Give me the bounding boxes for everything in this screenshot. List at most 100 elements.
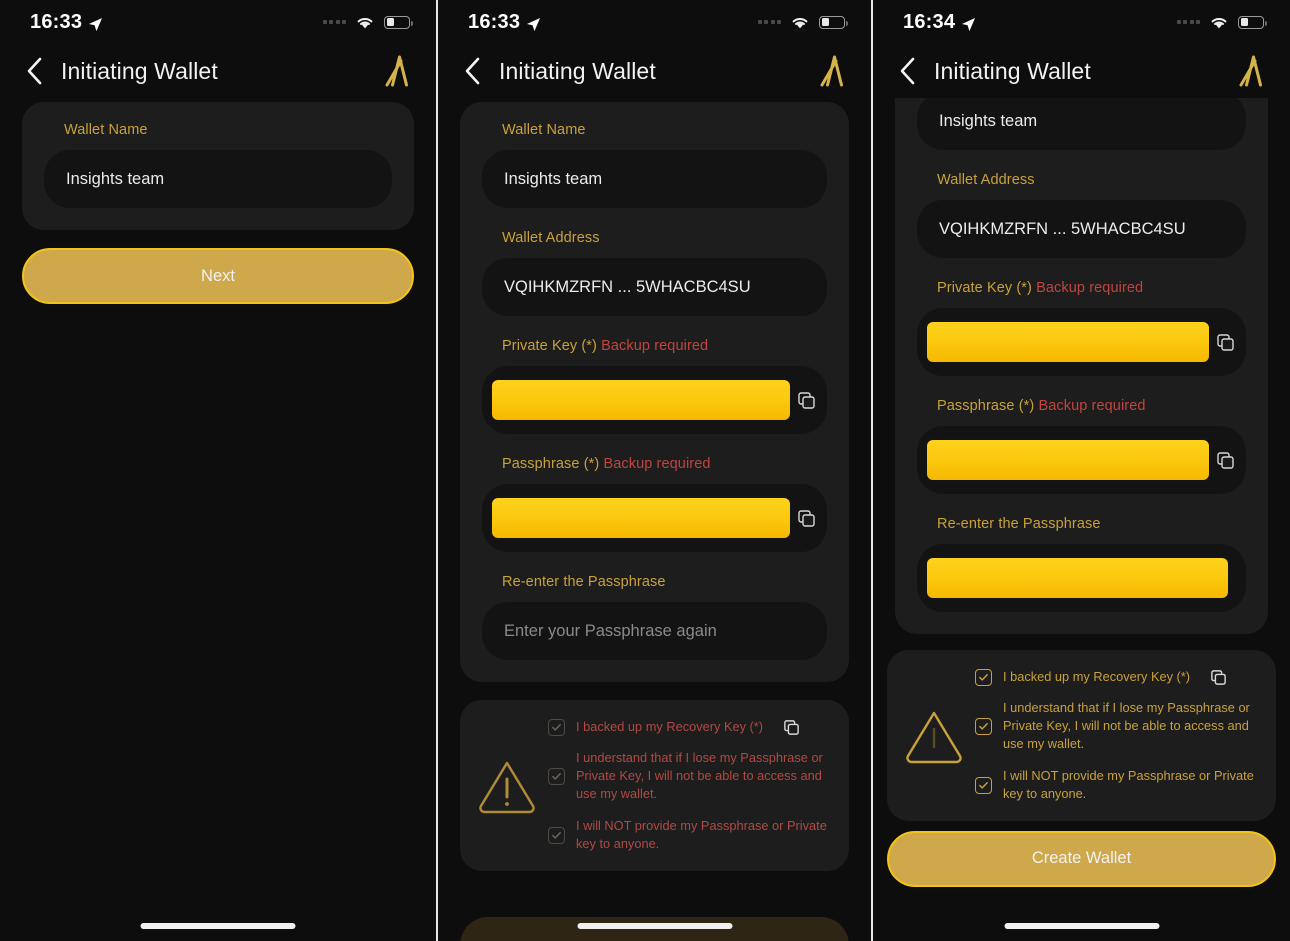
consent-item[interactable]: I backed up my Recovery Key (*) <box>975 668 1258 687</box>
consent-item[interactable]: I understand that if I lose my Passphras… <box>975 699 1258 753</box>
warning-triangle-icon <box>903 704 965 766</box>
wallet-name-card: Wallet Name Insights team <box>22 102 414 230</box>
wallet-name-input[interactable]: Insights team <box>482 150 827 208</box>
screen-key-entry: 16:33 Initiating Wallet Wallet Name Insi… <box>436 0 871 941</box>
passphrase-input[interactable] <box>917 426 1246 494</box>
wallet-name-input[interactable]: Insights team <box>44 150 392 208</box>
checkbox-will-not-share[interactable] <box>548 826 565 844</box>
reenter-passphrase-input[interactable]: Enter your Passphrase again <box>482 602 827 660</box>
create-wallet-button-offscreen[interactable] <box>460 917 849 941</box>
wallet-address-input[interactable]: VQIHKMZRFN ... 5WHACBC4SU <box>482 258 827 316</box>
copy-icon[interactable] <box>784 719 799 735</box>
location-arrow-icon <box>961 15 976 31</box>
wifi-icon <box>355 15 375 30</box>
three-panel-screenshot: 16:33 Initiating Wallet Wallet Name Insi… <box>0 0 1290 941</box>
nav-bar: Initiating Wallet <box>0 44 436 98</box>
status-bar-time-group: 16:33 <box>468 11 541 34</box>
consent-text: I will NOT provide my Passphrase or Priv… <box>1003 767 1254 801</box>
wallet-name-value: Insights team <box>504 169 603 188</box>
home-indicator[interactable] <box>140 923 296 929</box>
cellular-dots-icon <box>757 20 781 24</box>
status-time: 16:33 <box>30 10 83 33</box>
checkbox-understand-loss-risk[interactable] <box>975 718 992 736</box>
reenter-passphrase-input[interactable] <box>917 544 1246 612</box>
checkbox-understand-loss-risk[interactable] <box>548 768 565 786</box>
status-bar-indicators <box>757 15 848 30</box>
chevron-left-icon[interactable] <box>26 57 43 85</box>
wallet-address-value: VQIHKMZRFN ... 5WHACBC4SU <box>504 277 751 296</box>
private-key-input[interactable] <box>917 308 1246 376</box>
consent-list: I backed up my Recovery Key (*) I unders… <box>975 668 1258 803</box>
page-title: Initiating Wallet <box>934 57 1091 84</box>
screen-body: Wallet Name Insights team Wallet Address… <box>438 98 871 941</box>
passphrase-backup-warning: Backup required <box>1038 398 1146 414</box>
reenter-passphrase-redacted-value <box>927 558 1228 598</box>
wallet-name-input[interactable]: Insights team <box>917 98 1246 150</box>
chevron-left-icon[interactable] <box>899 57 916 85</box>
cellular-dots-icon <box>1176 20 1200 24</box>
copy-icon[interactable] <box>798 391 815 409</box>
consent-item[interactable]: I will NOT provide my Passphrase or Priv… <box>548 817 831 853</box>
checkbox-backed-up-recovery-key[interactable] <box>548 719 565 737</box>
warning-triangle-icon <box>476 754 538 816</box>
cellular-dots-icon <box>322 20 346 24</box>
battery-low-icon <box>819 15 848 29</box>
field-label-wallet-address: Wallet Address <box>937 172 1035 188</box>
private-key-backup-warning: Backup required <box>1036 280 1144 296</box>
consent-item[interactable]: I backed up my Recovery Key (*) <box>548 718 831 737</box>
algorand-logo-icon <box>1238 55 1268 87</box>
copy-icon[interactable] <box>798 509 815 527</box>
field-label-passphrase: Passphrase (*) Backup required <box>502 456 711 472</box>
location-arrow-icon <box>88 15 103 31</box>
copy-icon[interactable] <box>1217 333 1234 351</box>
chevron-left-icon[interactable] <box>464 57 481 85</box>
battery-low-icon <box>384 15 413 29</box>
consent-item[interactable]: I understand that if I lose my Passphras… <box>548 749 831 803</box>
battery-low-icon <box>1238 15 1267 29</box>
field-label-wallet-name: Wallet Name <box>502 122 586 138</box>
passphrase-redacted-value <box>492 498 790 538</box>
screen-create-wallet: 16:34 Initiating Wallet Insights team Wa… <box>871 0 1290 941</box>
wallet-name-value: Insights team <box>939 111 1038 130</box>
field-label-passphrase: Passphrase (*) Backup required <box>937 398 1146 414</box>
status-bar-indicators <box>1176 15 1267 30</box>
create-wallet-button[interactable]: Create Wallet <box>887 830 1276 887</box>
page-title: Initiating Wallet <box>499 57 656 84</box>
copy-icon[interactable] <box>1211 669 1226 685</box>
passphrase-redacted-value <box>927 440 1209 480</box>
next-button[interactable]: Next <box>22 248 414 304</box>
next-button-label: Next <box>201 266 235 285</box>
wallet-address-value: VQIHKMZRFN ... 5WHACBC4SU <box>939 219 1186 238</box>
consent-card: I backed up my Recovery Key (*) I unders… <box>887 650 1276 821</box>
location-arrow-icon <box>526 15 541 31</box>
consent-text: I understand that if I lose my Passphras… <box>576 750 823 802</box>
consent-text: I backed up my Recovery Key (*) <box>576 719 764 734</box>
consent-list: I backed up my Recovery Key (*) I unders… <box>548 718 831 853</box>
consent-text: I understand that if I lose my Passphras… <box>1003 700 1250 752</box>
reenter-passphrase-placeholder: Enter your Passphrase again <box>504 621 717 640</box>
checkbox-backed-up-recovery-key[interactable] <box>975 669 992 687</box>
status-bar-indicators <box>322 15 413 30</box>
algorand-logo-icon <box>819 55 849 87</box>
passphrase-input[interactable] <box>482 484 827 552</box>
consent-text: I will NOT provide my Passphrase or Priv… <box>576 817 827 851</box>
consent-item[interactable]: I will NOT provide my Passphrase or Priv… <box>975 767 1258 803</box>
status-bar: 16:33 <box>0 0 436 44</box>
copy-icon[interactable] <box>1217 451 1234 469</box>
field-label-reenter-passphrase: Re-enter the Passphrase <box>502 574 666 590</box>
home-indicator[interactable] <box>1004 923 1159 929</box>
wallet-details-card: Wallet Name Insights team Wallet Address… <box>460 102 849 682</box>
private-key-input[interactable] <box>482 366 827 434</box>
consent-card: I backed up my Recovery Key (*) I unders… <box>460 700 849 871</box>
algorand-logo-icon <box>384 55 414 87</box>
private-key-redacted-value <box>492 380 790 420</box>
private-key-backup-warning: Backup required <box>601 338 709 354</box>
status-time: 16:33 <box>468 10 521 33</box>
private-key-redacted-value <box>927 322 1209 362</box>
wallet-name-value: Insights team <box>66 169 165 188</box>
checkbox-will-not-share[interactable] <box>975 776 992 794</box>
wallet-address-input[interactable]: VQIHKMZRFN ... 5WHACBC4SU <box>917 200 1246 258</box>
status-bar: 16:33 <box>438 0 871 44</box>
home-indicator[interactable] <box>577 923 732 929</box>
page-title: Initiating Wallet <box>61 57 218 84</box>
